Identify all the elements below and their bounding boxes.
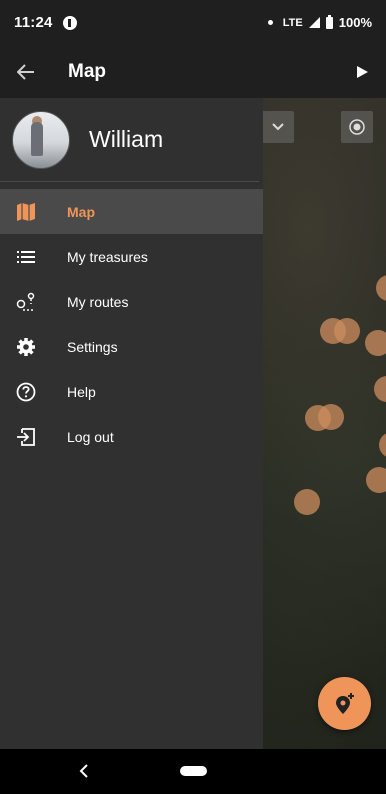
user-name: William [89, 126, 164, 152]
page-title: Map [68, 60, 106, 82]
drawer-item-my-routes[interactable]: My routes [0, 279, 263, 324]
logout-icon [16, 427, 36, 447]
map-icon [16, 202, 36, 222]
status-bar: 11:24 LTE 100% [0, 0, 386, 45]
target-icon [349, 119, 365, 135]
drawer-item-label: My routes [67, 293, 129, 310]
treasure-marker[interactable] [365, 330, 386, 356]
list-icon [16, 247, 36, 267]
map-dropdown-button[interactable] [262, 111, 294, 143]
add-treasure-button[interactable] [318, 677, 371, 730]
drawer-item-label: Log out [67, 428, 114, 445]
drawer-header: William [0, 98, 259, 182]
help-icon [16, 382, 36, 402]
drawer-menu: Map My treasures My routes Settings Help… [0, 189, 263, 459]
locate-me-button[interactable] [341, 111, 373, 143]
app-bar: Map [0, 45, 386, 98]
status-indicators: LTE 100% [267, 14, 372, 30]
treasure-marker[interactable] [334, 318, 360, 344]
drawer-item-help[interactable]: Help [0, 369, 263, 414]
treasure-marker[interactable] [318, 404, 344, 430]
status-time: 11:24 [14, 14, 53, 31]
back-arrow-icon[interactable] [0, 45, 52, 98]
drawer-item-map[interactable]: Map [0, 189, 263, 234]
drawer-item-label: My treasures [67, 248, 148, 265]
drawer-item-settings[interactable]: Settings [0, 324, 263, 369]
add-location-icon [335, 692, 354, 714]
treasure-marker[interactable] [294, 489, 320, 515]
drawer-item-label: Settings [67, 338, 118, 355]
treasure-marker[interactable] [376, 275, 386, 301]
gear-icon [16, 337, 36, 357]
battery-icon [325, 14, 333, 29]
navigation-drawer: William Map My treasures My routes Setti… [0, 98, 263, 749]
nav-home-button[interactable] [180, 766, 207, 776]
signal-icon [308, 17, 320, 28]
treasure-marker[interactable] [366, 467, 386, 493]
notification-dot-icon [267, 20, 273, 25]
battery-level: 100% [338, 15, 372, 30]
treasure-marker[interactable] [379, 432, 386, 458]
drawer-item-log-out[interactable]: Log out [0, 414, 263, 459]
treasure-marker[interactable] [374, 376, 386, 402]
nav-back-icon[interactable] [79, 764, 89, 778]
play-icon[interactable] [357, 66, 368, 78]
drawer-item-label: Help [67, 383, 96, 400]
system-nav-bar [0, 749, 386, 794]
drawer-item-my-treasures[interactable]: My treasures [0, 234, 263, 279]
route-icon [16, 292, 36, 312]
network-type: LTE [282, 16, 303, 29]
avatar[interactable] [12, 111, 70, 169]
app-notification-icon [62, 15, 77, 30]
drawer-item-label: Map [67, 203, 95, 220]
